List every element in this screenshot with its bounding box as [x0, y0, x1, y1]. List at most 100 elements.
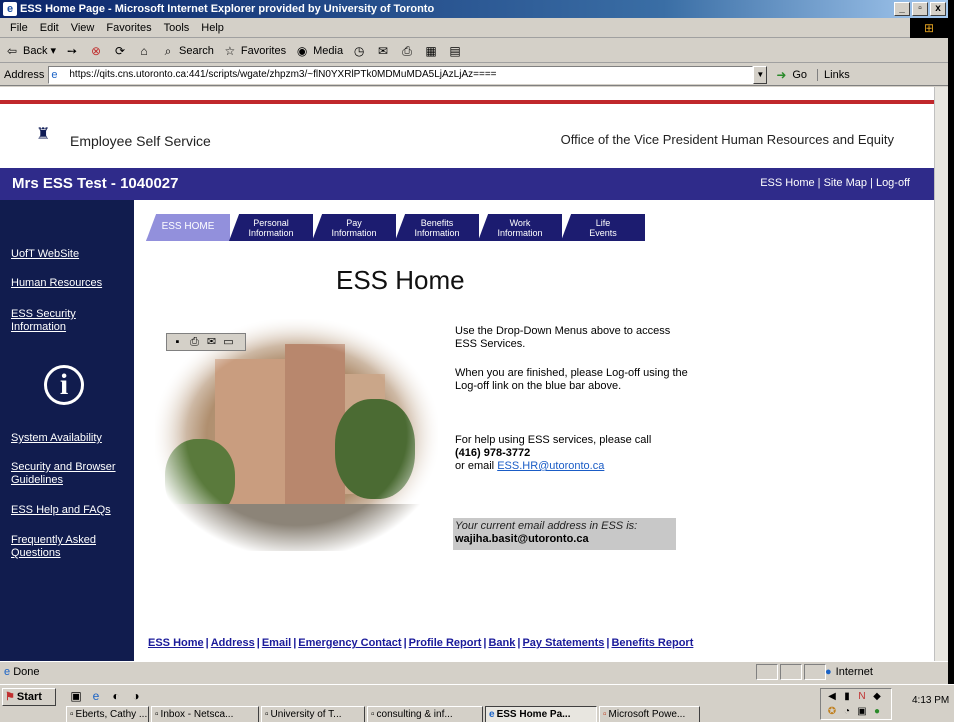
messenger-icon[interactable]: ◆: [870, 690, 884, 704]
tab-work-information[interactable]: Work Information: [478, 214, 562, 241]
go-button[interactable]: ➜ Go: [773, 67, 807, 83]
tab-label: Work: [509, 218, 531, 228]
folder-icon[interactable]: ▭: [221, 335, 236, 349]
footer-email[interactable]: Email: [262, 637, 291, 649]
tab-label: Events: [589, 228, 617, 238]
home-icon[interactable]: ⌂: [136, 43, 152, 59]
status-text: e Done: [4, 662, 39, 682]
task-inbox[interactable]: ▫ Inbox - Netsca...: [151, 706, 259, 722]
footer-benefits-report[interactable]: Benefits Report: [611, 637, 693, 649]
footer-profile-report[interactable]: Profile Report: [409, 637, 482, 649]
tab-label: Life: [595, 218, 611, 228]
globe-icon: ●: [825, 666, 832, 678]
lock-icon: [804, 664, 826, 680]
current-email-box: Your current email address in ESS is: wa…: [453, 518, 676, 550]
task-eberts[interactable]: ▫ Eberts, Cathy ...: [66, 706, 149, 722]
discuss-icon[interactable]: ▤: [447, 43, 463, 59]
menu-edit[interactable]: Edit: [34, 18, 65, 37]
ie-icon: e: [3, 2, 17, 16]
address-input[interactable]: e https://qits.cns.utoronto.ca:441/scrip…: [48, 65, 754, 84]
top-nav-links[interactable]: ESS Home | Site Map | Log-off: [760, 177, 910, 189]
nav-human-resources[interactable]: Human Resources: [11, 277, 129, 290]
media-icon: ◉: [296, 43, 308, 58]
nav-system-availability[interactable]: System Availability: [11, 432, 129, 445]
edit-icon[interactable]: ▦: [423, 43, 439, 59]
title-bar: e ESS Home Page - Microsoft Internet Exp…: [0, 0, 948, 18]
refresh-icon[interactable]: ⟳: [112, 43, 128, 59]
save-icon[interactable]: ▪: [170, 335, 185, 349]
page-icon: e: [51, 68, 58, 81]
media-button[interactable]: ◉ Media: [294, 43, 343, 59]
address-dropdown-icon[interactable]: ▼: [753, 65, 768, 84]
favorites-button[interactable]: ☆ Favorites: [222, 43, 286, 59]
back-button[interactable]: ⇦ Back ▾: [4, 43, 56, 59]
task-consulting[interactable]: ▫ consulting & inf...: [367, 706, 483, 722]
desktop-icon[interactable]: ▣: [68, 688, 84, 704]
task-powerpoint[interactable]: ▫ Microsoft Powe...: [599, 706, 700, 722]
window-icon: ▫: [70, 709, 74, 720]
window-controls: _ ▫ x: [894, 2, 946, 16]
history-icon[interactable]: ◷: [351, 43, 367, 59]
tab-personal-information[interactable]: Personal Information: [229, 214, 313, 241]
tab-ess-home[interactable]: ESS HOME: [146, 214, 230, 241]
vertical-scrollbar[interactable]: [934, 87, 948, 661]
outlook-icon[interactable]: ◐: [108, 688, 124, 704]
user-bar: Mrs ESS Test - 1040027 ESS Home | Site M…: [0, 168, 934, 200]
clock-tray-icon[interactable]: ◔: [840, 705, 854, 719]
search-icon: ⌕: [164, 43, 172, 58]
header-divider: [0, 100, 934, 104]
window-title: ESS Home Page - Microsoft Internet Explo…: [20, 3, 435, 15]
page-done-icon: e: [4, 666, 14, 678]
tab-life-events[interactable]: Life Events: [561, 214, 645, 241]
nav-faq[interactable]: Frequently Asked Questions: [11, 534, 129, 560]
nav-ess-help-faqs[interactable]: ESS Help and FAQs: [11, 504, 129, 517]
task-university[interactable]: ▫ University of T...: [261, 706, 365, 722]
minimize-button[interactable]: _: [894, 2, 910, 16]
footer-bank[interactable]: Bank: [488, 637, 515, 649]
help-call-text: For help using ESS services, please call: [455, 434, 652, 446]
nav-security-browser-guidelines[interactable]: Security and Browser Guidelines: [11, 461, 129, 487]
forward-icon[interactable]: ➙: [64, 43, 80, 59]
task-ess-home[interactable]: e ESS Home Pa...: [485, 706, 597, 722]
maximize-button[interactable]: ▫: [912, 2, 928, 16]
go-arrow-icon: ➜: [776, 67, 787, 82]
menu-file[interactable]: File: [4, 18, 34, 37]
nav-uoft-website[interactable]: UofT WebSite: [11, 248, 129, 261]
tray-window-icon[interactable]: ▣: [855, 705, 869, 719]
norton-icon[interactable]: N: [855, 690, 869, 704]
menu-tools[interactable]: Tools: [158, 18, 196, 37]
start-button[interactable]: ⚑ Start: [2, 688, 56, 706]
menu-help[interactable]: Help: [195, 18, 230, 37]
image-toolbar: ▪ ⎙ ✉ ▭: [166, 333, 246, 351]
search-button[interactable]: ⌕ Search: [160, 43, 214, 59]
menu-view[interactable]: View: [65, 18, 101, 37]
main-tabs: ESS HOME Personal Information Pay Inform…: [146, 214, 645, 241]
footer-emergency-contact[interactable]: Emergency Contact: [298, 637, 401, 649]
antivirus-icon[interactable]: ✪: [825, 705, 839, 719]
task-label: Microsoft Powe...: [608, 709, 686, 720]
nav-ess-security-info[interactable]: ESS Security Information: [11, 308, 129, 334]
help-email-link[interactable]: ESS.HR@utoronto.ca: [497, 460, 604, 472]
tray-globe-icon[interactable]: ●: [870, 705, 884, 719]
ie-icon: e: [489, 709, 495, 720]
close-button[interactable]: x: [930, 2, 946, 16]
tab-benefits-information[interactable]: Benefits Information: [395, 214, 479, 241]
stop-icon[interactable]: ⊗: [88, 43, 104, 59]
user-name: Mrs ESS Test - 1040027: [12, 175, 179, 192]
links-button[interactable]: Links: [817, 68, 850, 81]
favorites-label: Favorites: [240, 44, 287, 57]
print-icon[interactable]: ⎙: [399, 43, 415, 59]
footer-ess-home[interactable]: ESS Home: [148, 637, 204, 649]
mail-icon[interactable]: ✉: [375, 43, 391, 59]
footer-pay-statements[interactable]: Pay Statements: [522, 637, 604, 649]
speaker-icon[interactable]: ◀: [825, 690, 839, 704]
menu-favorites[interactable]: Favorites: [100, 18, 157, 37]
print-icon[interactable]: ⎙: [187, 335, 202, 349]
media-launch-icon[interactable]: ◑: [128, 688, 144, 704]
system-clock[interactable]: 4:13 PM: [912, 695, 949, 706]
tab-pay-information[interactable]: Pay Information: [312, 214, 396, 241]
network-icon[interactable]: ▮: [840, 690, 854, 704]
ie-launch-icon[interactable]: e: [88, 688, 104, 704]
mail-icon[interactable]: ✉: [204, 335, 219, 349]
footer-address[interactable]: Address: [211, 637, 255, 649]
